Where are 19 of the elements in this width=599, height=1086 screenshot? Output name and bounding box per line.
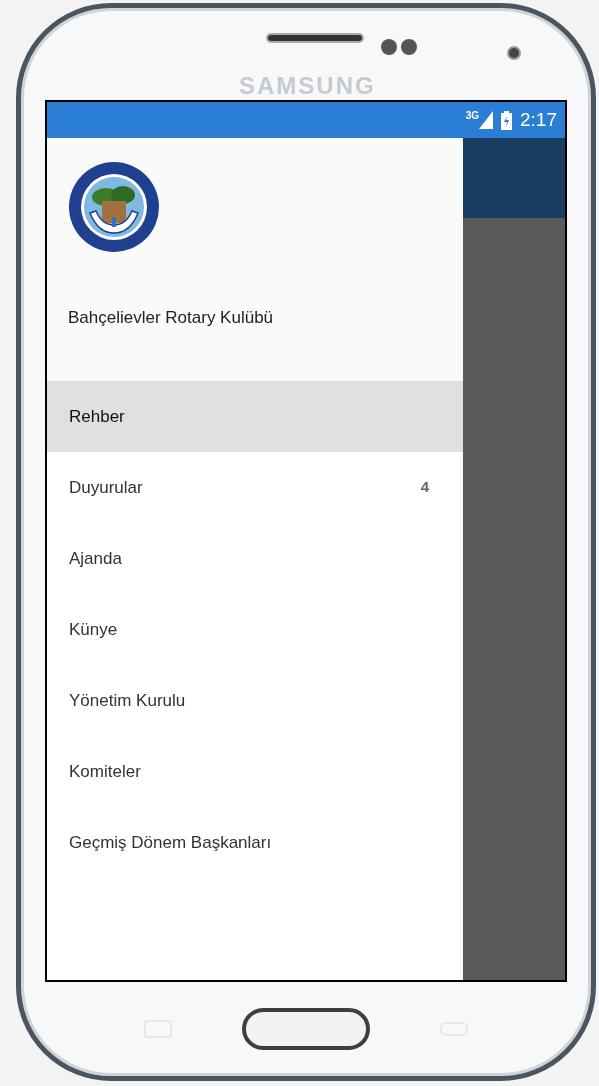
- menu-item[interactable]: Rehber: [47, 381, 463, 452]
- clock-time: 2:17: [520, 107, 557, 132]
- menu-item-label: Yönetim Kurulu: [69, 689, 186, 712]
- menu-item-label: Ajanda: [69, 547, 122, 570]
- menu-item-label: Rehber: [69, 405, 125, 428]
- club-logo-icon: [68, 161, 160, 253]
- menu-item-label: Geçmiş Dönem Başkanları: [69, 831, 272, 854]
- signal-icon: [479, 111, 493, 129]
- camera-icon: [507, 46, 521, 60]
- count-label: 4: [420, 477, 429, 498]
- battery-icon: [501, 110, 512, 130]
- network-label: 3G: [465, 111, 479, 121]
- menu-item-label: Komiteler: [69, 760, 141, 783]
- sensor-icon: [381, 39, 417, 55]
- menu-item-label: Künye: [69, 618, 118, 641]
- speaker-grille-icon: [266, 33, 364, 43]
- home-button[interactable]: [242, 1008, 370, 1050]
- drawer-title: Bahçelievler Rotary Kulübü: [68, 307, 275, 329]
- menu-item-label: Duyurular: [69, 476, 143, 499]
